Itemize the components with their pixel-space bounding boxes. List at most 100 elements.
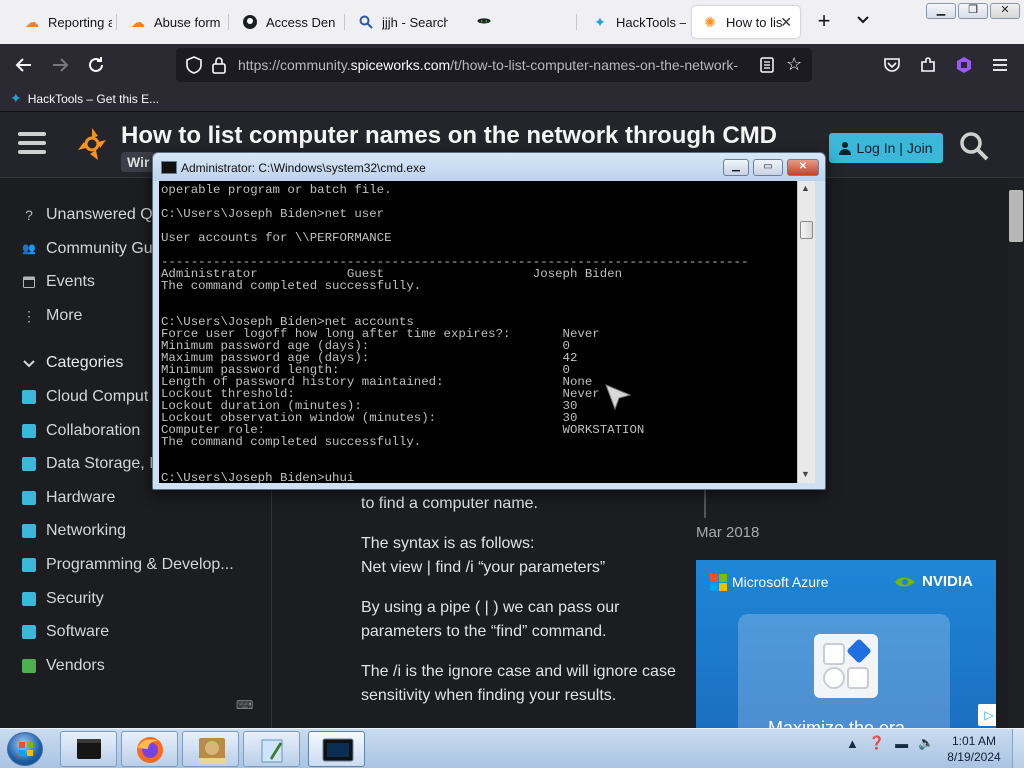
sandboxie-icon (199, 738, 225, 764)
firefox-icon (137, 737, 163, 763)
taskbar-sandboxie-app[interactable] (182, 731, 239, 767)
post-paragraph: The syntax is as follows: Net view | fin… (361, 532, 681, 580)
tracking-protection-shield-icon[interactable] (186, 56, 202, 79)
back-arrow-icon[interactable] (12, 53, 36, 77)
list-all-tabs-chevron-icon[interactable] (852, 12, 874, 34)
nvidia-label: NVIDIA (922, 573, 973, 590)
windows-taskbar: ▲ ❓ ▬ 🔈 1:01 AM 8/19/2024 (0, 728, 1024, 768)
reader-view-icon[interactable] (760, 57, 774, 78)
pocket-icon[interactable] (880, 53, 904, 77)
cmd-titlebar[interactable]: Administrator: C:\Windows\system32\cmd.e… (153, 153, 825, 181)
mouse-cursor-icon (605, 384, 632, 411)
cmd-console[interactable]: operable program or batch file. C:\Users… (159, 181, 797, 483)
sidebar-category-networking[interactable]: Networking (22, 520, 126, 542)
show-desktop-button[interactable] (1012, 729, 1024, 768)
tab-abuse-form[interactable]: ☁ Abuse form | (120, 6, 220, 38)
post-paragraph: to find a computer name. (361, 495, 538, 512)
sidebar-category-collaboration[interactable]: Collaboration (22, 420, 140, 442)
volume-icon[interactable]: 🔈 (918, 735, 934, 751)
taskbar-cmd-app[interactable] (308, 731, 365, 767)
advertisement-banner[interactable]: Microsoft Azure NVIDIA Maximize the era … (696, 560, 996, 728)
scroll-down-arrow-icon[interactable]: ▼ (801, 469, 810, 479)
address-bar[interactable]: https://community.spiceworks.com/t/how-t… (176, 48, 812, 82)
taskbar-firefox-app[interactable] (121, 731, 178, 767)
sidebar-category-security[interactable]: Security (22, 588, 104, 610)
cmd-scrollbar-thumb[interactable] (800, 221, 813, 239)
forward-arrow-icon[interactable] (48, 53, 72, 77)
category-color-swatch (22, 390, 36, 404)
site-search-icon[interactable] (958, 130, 990, 162)
url-prefix: https://community. (238, 57, 351, 73)
cloudflare-icon: ☁ (131, 14, 145, 30)
show-hidden-icons-arrow-icon[interactable]: ▲ (846, 736, 859, 751)
bookmark-hacktools[interactable]: ✦ HackTools – Get this E... (10, 90, 159, 107)
close-window-button[interactable]: ✕ (990, 3, 1020, 19)
cmd-minimize-button[interactable]: ▁ (723, 159, 749, 176)
system-clock[interactable]: 1:01 AM 8/19/2024 (944, 733, 1004, 765)
tab-hacktools[interactable]: ✦ HackTools – ( (582, 6, 686, 38)
tab-reporting[interactable]: ☁ Reporting ab (14, 6, 112, 38)
minimize-window-button[interactable]: ▁ (926, 3, 956, 19)
tab-label: How to list (726, 14, 782, 30)
sidebar-item-unanswered[interactable]: ? Unanswered Q (22, 204, 153, 226)
extension-hexagon-icon[interactable] (952, 53, 976, 77)
category-color-swatch (22, 558, 36, 572)
menu-hamburger-icon[interactable] (988, 53, 1012, 77)
url-text[interactable]: https://community.spiceworks.com/t/how-t… (238, 57, 758, 73)
tab-search[interactable]: jjjh - Search (348, 6, 448, 38)
site-menu-hamburger-icon[interactable] (18, 132, 46, 156)
sidebar-category-software[interactable]: Software (22, 621, 109, 643)
cmd-app-icon (161, 161, 177, 174)
azure-app-icon (814, 634, 878, 698)
sidebar-category-programming[interactable]: Programming & Develop... (22, 554, 234, 576)
extensions-puzzle-icon[interactable] (916, 53, 940, 77)
cmd-maximize-button[interactable]: ▭ (753, 159, 783, 176)
sidebar-category-vendors[interactable]: Vendors (22, 655, 105, 677)
tab-spiceworks-active[interactable]: ✺ How to list ✕ (692, 6, 800, 38)
alien-icon (476, 14, 492, 30)
sidebar-item-more[interactable]: ⋮ More (22, 305, 82, 327)
scroll-up-arrow-icon[interactable]: ▲ (801, 183, 810, 193)
sidebar-category-hardware[interactable]: Hardware (22, 487, 115, 509)
lock-icon[interactable] (212, 56, 226, 79)
windows-logo-icon (19, 742, 33, 756)
tab-label: Access Denie (266, 14, 336, 30)
login-join-button[interactable]: Log In | Join (829, 133, 943, 163)
clock-date: 8/19/2024 (947, 750, 1001, 764)
category-tag[interactable]: Wir (121, 152, 156, 172)
sidebar-category-cloud[interactable]: Cloud Comput (22, 386, 148, 408)
keyboard-shortcuts-icon[interactable]: ⌨ (236, 698, 253, 712)
sidebar-item-community-guidelines[interactable]: 👥 Community Gu (22, 238, 153, 260)
help-icon[interactable]: ❓ (869, 735, 885, 751)
hacktools-icon: ✦ (594, 14, 606, 30)
sidebar-item-events[interactable]: Events (22, 271, 95, 293)
taskbar-explorer-app[interactable] (60, 731, 117, 767)
page-scrollbar[interactable] (1008, 178, 1024, 728)
microsoft-azure-brand: Microsoft Azure (710, 574, 828, 591)
cmd-close-button[interactable]: ✕ (787, 159, 819, 176)
category-color-swatch (22, 625, 36, 639)
reload-icon[interactable] (84, 53, 108, 77)
spiceworks-logo[interactable] (72, 124, 112, 164)
taskbar-notepad-app[interactable] (243, 731, 300, 767)
sidebar-categories-heading[interactable]: Categories (22, 352, 123, 374)
new-tab-button[interactable]: + (812, 10, 836, 34)
cloudflare-icon: ☁ (25, 14, 39, 30)
restore-window-button[interactable]: ❐ (958, 3, 988, 19)
bookmark-star-icon[interactable]: ☆ (786, 55, 802, 73)
category-label: Cloud Comput (46, 388, 149, 405)
ad-card: Maximize the era (738, 614, 950, 728)
page-scrollbar-thumb[interactable] (1009, 190, 1023, 242)
display-icon[interactable]: ▬ (895, 736, 908, 751)
tab-label: HackTools – ( (616, 14, 686, 30)
cmd-window[interactable]: Administrator: C:\Windows\system32\cmd.e… (152, 152, 826, 490)
tab-hidden-tweet[interactable] (466, 6, 562, 38)
bookmarks-toolbar: ✦ HackTools – Get this E... (0, 86, 1024, 112)
ad-choices-icon[interactable]: ▷ (978, 704, 996, 726)
close-tab-icon[interactable]: ✕ (780, 14, 792, 31)
start-button[interactable] (7, 732, 43, 766)
cmd-scrollbar[interactable]: ▲ ▼ (797, 181, 815, 483)
sidebar-category-data-storage[interactable]: Data Storage, I (22, 453, 154, 475)
tab-access-denied[interactable]: Access Denie (232, 6, 336, 38)
